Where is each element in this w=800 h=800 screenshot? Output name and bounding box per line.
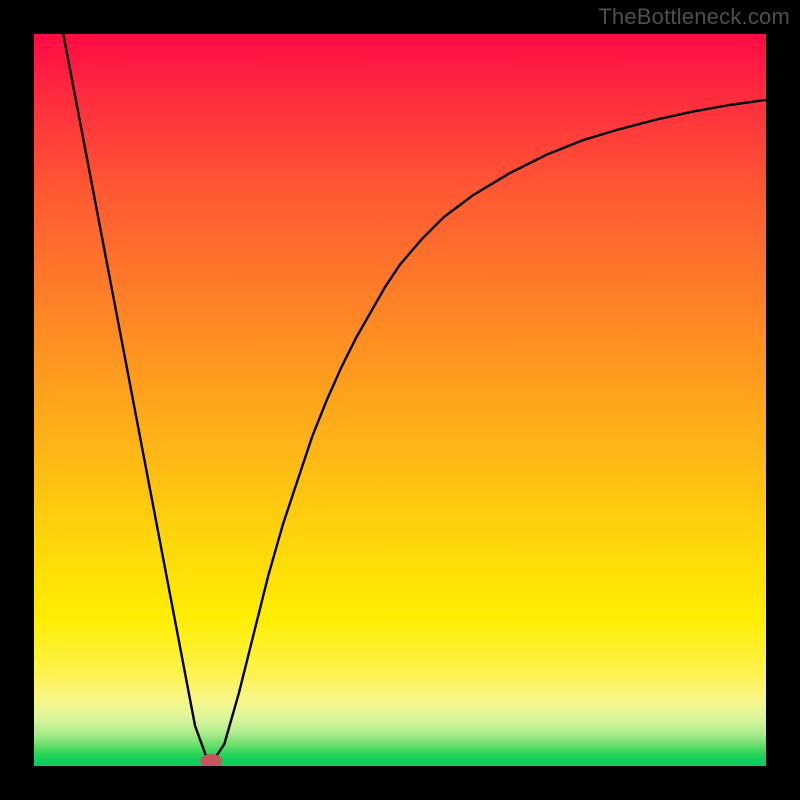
curve-svg [34,34,766,766]
plot-area [34,34,766,766]
bottleneck-curve [63,34,766,766]
watermark-text: TheBottleneck.com [598,4,790,30]
chart-frame: TheBottleneck.com [0,0,800,800]
minimum-marker [200,754,222,766]
